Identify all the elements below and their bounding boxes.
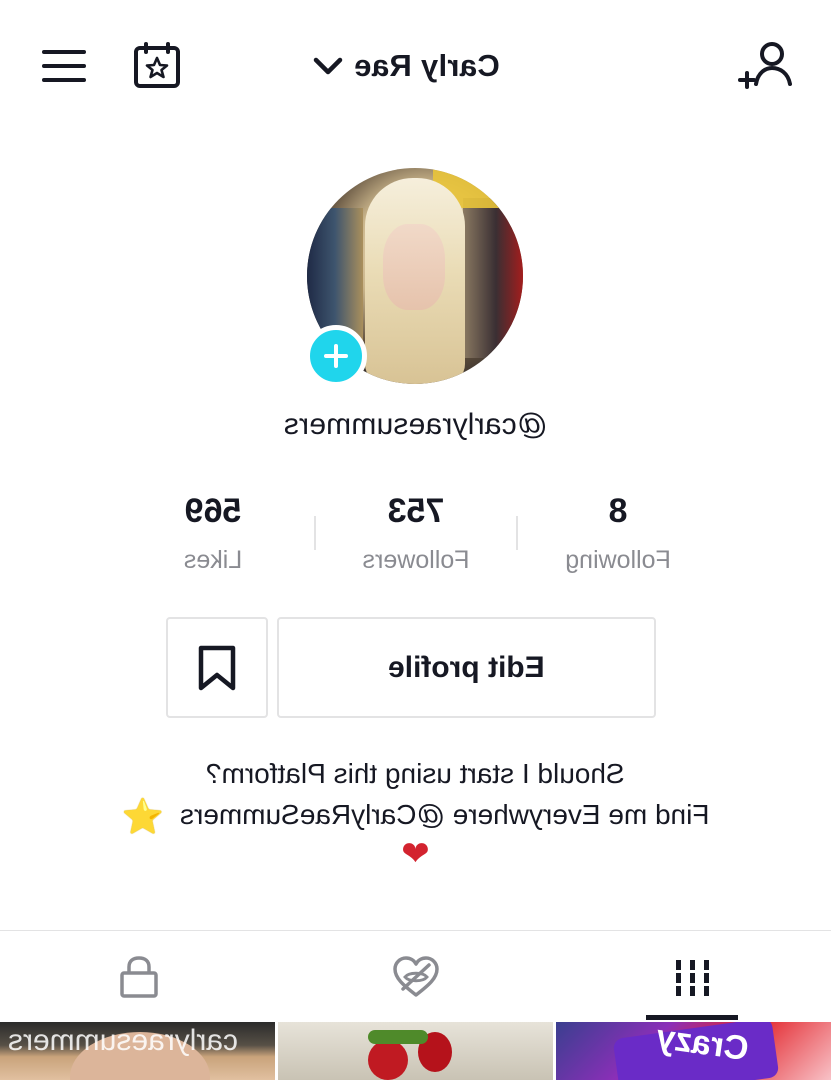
avatar-add-button[interactable] (305, 325, 367, 387)
stat-following[interactable]: 8 Following (533, 488, 703, 580)
profile-handle: @carlyraesummers (283, 408, 548, 441)
stat-followers[interactable]: 753 Followers (331, 488, 501, 580)
video-grid: carlyraesummers Crazy (0, 1022, 831, 1080)
likes-label: Likes (183, 546, 243, 574)
tab-liked[interactable] (277, 931, 554, 1023)
bio-text-1: Should I start using this Platform? (206, 758, 625, 789)
calendar-star-icon[interactable] (132, 40, 182, 90)
chevron-down-icon (313, 57, 343, 75)
lock-icon (119, 956, 158, 998)
bio-line-3: ❤ (0, 834, 831, 876)
video-thumbnail[interactable] (278, 1022, 553, 1080)
stat-likes: 569 Likes (128, 488, 298, 580)
following-label: Following (565, 546, 671, 574)
video-watermark: carlyraesummers (8, 1024, 239, 1057)
account-name: Carly Rae (354, 48, 500, 83)
hidden-heart-icon (392, 956, 439, 997)
hamburger-menu-icon[interactable] (40, 46, 88, 86)
tab-videos[interactable] (554, 931, 831, 1023)
video-thumbnail[interactable]: Crazy (556, 1022, 831, 1080)
stat-divider (516, 516, 518, 550)
active-tab-indicator (646, 1015, 738, 1020)
heart-emoji: ❤ (401, 834, 430, 874)
bio-text-2: Find me Everywhere @CarlyRaeSummers (179, 799, 710, 830)
video-thumbnail[interactable]: carlyraesummers (0, 1022, 275, 1080)
top-bar: Carly Rae (0, 0, 831, 130)
edit-profile-button[interactable]: Edit profile (277, 617, 656, 718)
edit-profile-label: Edit profile (388, 650, 545, 684)
plus-icon (324, 344, 348, 368)
bio-line-2: ⭐ Find me Everywhere @CarlyRaeSummers (0, 795, 831, 837)
add-user-icon[interactable] (736, 40, 796, 96)
followers-label: Followers (362, 546, 470, 574)
bio-line-1: Should I start using this Platform? (0, 754, 831, 794)
followers-count: 753 (387, 492, 445, 530)
bookmark-button[interactable] (166, 617, 268, 718)
stat-divider (314, 516, 316, 550)
profile-tabs (0, 930, 831, 1022)
following-count: 8 (608, 492, 628, 530)
grid-icon (675, 960, 709, 996)
account-switcher[interactable]: Carly Rae (312, 44, 500, 88)
tab-private[interactable] (0, 931, 277, 1023)
star-emoji: ⭐ (121, 796, 165, 837)
likes-count: 569 (184, 492, 242, 530)
bookmark-icon (198, 645, 236, 690)
